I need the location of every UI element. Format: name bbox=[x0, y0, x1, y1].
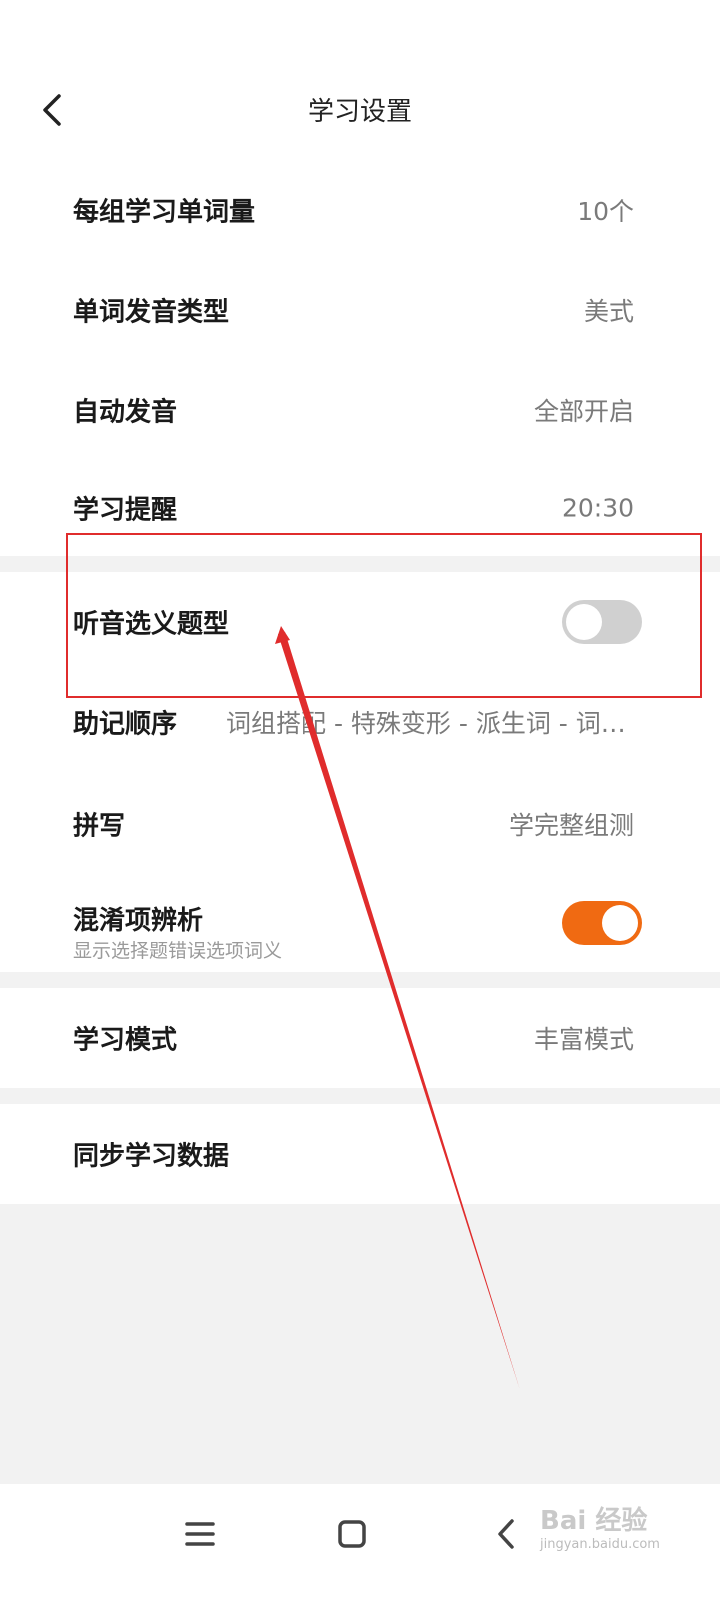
square-home-icon bbox=[338, 1520, 366, 1548]
baidu-watermark: Bai 经验 jingyan.baidu.com bbox=[540, 1500, 720, 1590]
nav-menu-button[interactable] bbox=[170, 1504, 230, 1564]
watermark-subtext: jingyan.baidu.com bbox=[540, 1537, 660, 1552]
nav-home-button[interactable] bbox=[322, 1504, 382, 1564]
chevron-left-icon bbox=[498, 1519, 514, 1549]
watermark-text: Bai 经验 bbox=[540, 1506, 648, 1536]
menu-icon bbox=[185, 1522, 215, 1546]
annotation-arrow bbox=[275, 626, 520, 1390]
nav-back-button[interactable] bbox=[476, 1504, 536, 1564]
